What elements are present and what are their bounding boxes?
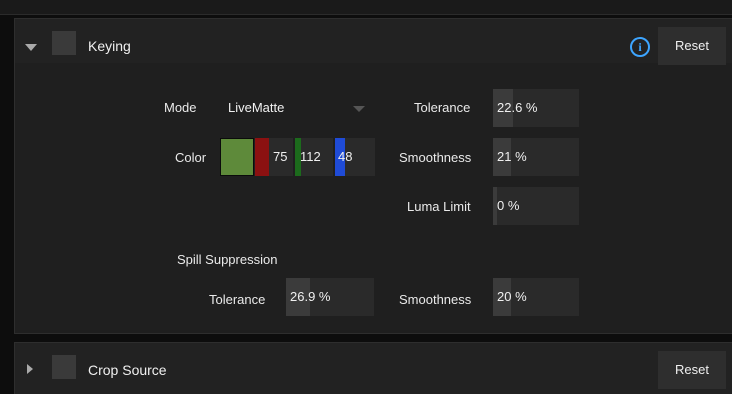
- smoothness-label: Smoothness: [399, 150, 472, 165]
- mode-value: LiveMatte: [228, 100, 285, 115]
- spill-suppression-heading: Spill Suppression: [177, 252, 278, 267]
- mode-label: Mode: [164, 100, 197, 115]
- smoothness-value: 21 %: [497, 149, 527, 164]
- luma-limit-field[interactable]: 0 %: [493, 187, 579, 225]
- red-channel-bar: [255, 138, 269, 176]
- red-value: 75: [273, 149, 288, 164]
- keying-section: Keying i Reset Mode LiveMatte Color 75 1…: [14, 18, 732, 334]
- spill-smoothness-value: 20 %: [497, 289, 527, 304]
- luma-limit-value: 0 %: [497, 198, 520, 213]
- spill-tolerance-value: 26.9 %: [290, 289, 331, 304]
- crop-source-section: Crop Source Reset: [14, 342, 732, 394]
- previous-section-edge: [0, 0, 732, 15]
- collapse-triangle-icon[interactable]: [25, 44, 37, 51]
- green-value: 112: [300, 149, 321, 164]
- spill-smoothness-label: Smoothness: [399, 292, 472, 307]
- crop-source-header[interactable]: Crop Source Reset: [15, 343, 732, 394]
- spill-tolerance-field[interactable]: 26.9 %: [286, 278, 374, 316]
- tolerance-label: Tolerance: [414, 100, 471, 115]
- color-swatch[interactable]: [220, 138, 254, 176]
- blue-value: 48: [338, 149, 353, 164]
- keying-title: Keying: [88, 38, 131, 54]
- luma-limit-label: Luma Limit: [407, 199, 471, 214]
- keying-header[interactable]: Keying i Reset: [15, 19, 732, 65]
- expand-triangle-icon[interactable]: [27, 364, 33, 374]
- color-red-field[interactable]: 75: [255, 138, 293, 176]
- spill-tolerance-label: Tolerance: [209, 292, 266, 307]
- crop-source-title: Crop Source: [88, 362, 167, 378]
- chevron-down-icon: [353, 106, 365, 112]
- color-label: Color: [175, 150, 207, 165]
- crop-source-enable-checkbox[interactable]: [52, 355, 76, 379]
- spill-smoothness-field[interactable]: 20 %: [493, 278, 579, 316]
- color-green-field[interactable]: 112: [295, 138, 333, 176]
- tolerance-value: 22.6 %: [497, 100, 538, 115]
- color-blue-field[interactable]: 48: [335, 138, 375, 176]
- tolerance-field[interactable]: 22.6 %: [493, 89, 579, 127]
- mode-dropdown[interactable]: LiveMatte: [220, 89, 375, 127]
- smoothness-field[interactable]: 21 %: [493, 138, 579, 176]
- crop-source-reset-button[interactable]: Reset: [658, 351, 726, 389]
- info-icon[interactable]: i: [630, 37, 650, 57]
- keying-reset-button[interactable]: Reset: [658, 27, 726, 65]
- keying-enable-checkbox[interactable]: [52, 31, 76, 55]
